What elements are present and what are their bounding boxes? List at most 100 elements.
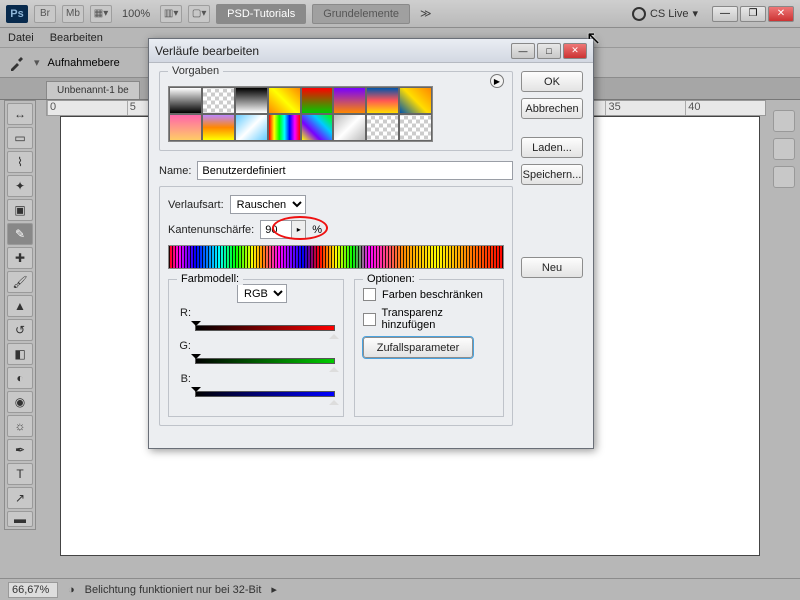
preset-swatch[interactable] xyxy=(301,87,334,114)
gradient-editor-dialog: Verläufe bearbeiten — □ ✕ Vorgaben ▶ xyxy=(148,38,594,449)
preset-swatch[interactable] xyxy=(399,87,432,114)
zoom-field[interactable]: 66,67% xyxy=(8,582,58,598)
preset-swatch[interactable] xyxy=(366,87,399,114)
view-extras-button[interactable]: ▦▾ xyxy=(90,5,112,23)
workspace-tab-basics[interactable]: Grundelemente xyxy=(312,4,410,24)
type-select[interactable]: Rauschen xyxy=(230,195,306,214)
move-tool[interactable]: ↔ xyxy=(7,103,33,125)
preset-swatch[interactable] xyxy=(268,87,301,114)
status-bar: 66,67% ◑ Belichtung funktioniert nur bei… xyxy=(0,578,800,600)
history-brush-tool[interactable]: ↺ xyxy=(7,319,33,341)
marquee-tool[interactable]: ▭ xyxy=(7,127,33,149)
gradient-type-group: Verlaufsart: Rauschen Kantenunschärfe: ▸… xyxy=(159,186,513,426)
channel-r-label: R: xyxy=(177,307,191,319)
doc-info-text: Belichtung funktioniert nur bei 32-Bit xyxy=(85,584,262,596)
preset-swatch[interactable] xyxy=(235,87,268,114)
doc-info-chevron[interactable]: ▸ xyxy=(271,583,277,596)
cslive-menu[interactable]: CS Live▾ xyxy=(632,7,698,21)
pen-tool[interactable]: ✒ xyxy=(7,439,33,461)
lasso-tool[interactable]: ⌇ xyxy=(7,151,33,173)
colormodel-group: Farbmodell: RGB R: G: B: xyxy=(168,279,344,417)
preset-swatch[interactable] xyxy=(399,114,432,141)
presets-group: Vorgaben ▶ xyxy=(159,71,513,151)
window-restore-button[interactable]: ❐ xyxy=(740,6,766,22)
zoom-level[interactable]: 100% xyxy=(118,8,154,20)
new-button[interactable]: Neu xyxy=(521,257,583,278)
colormodel-select[interactable]: RGB xyxy=(237,284,287,303)
app-topbar: Ps Br Mb ▦▾ 100% ▥▾ ▢▾ PSD-Tutorials Gru… xyxy=(0,0,800,28)
dodge-tool[interactable]: ☼ xyxy=(7,415,33,437)
path-tool[interactable]: ↗ xyxy=(7,487,33,509)
dialog-maximize-button[interactable]: □ xyxy=(537,43,561,59)
add-transparency-checkbox[interactable]: Transparenz hinzufügen xyxy=(363,307,495,331)
restrict-colors-checkbox[interactable]: Farben beschränken xyxy=(363,288,495,301)
arrange-button[interactable]: ▥▾ xyxy=(160,5,182,23)
stamp-tool[interactable]: ▲ xyxy=(7,295,33,317)
type-tool[interactable]: T xyxy=(7,463,33,485)
channel-g-label: G: xyxy=(177,340,191,352)
sample-size-label: Aufnahmebere xyxy=(48,57,120,69)
panel-swatches-icon[interactable] xyxy=(773,110,795,132)
colormodel-label: Farbmodell: xyxy=(177,273,243,285)
presets-menu-icon[interactable]: ▶ xyxy=(490,74,504,88)
eraser-tool[interactable]: ◧ xyxy=(7,343,33,365)
name-row: Name: xyxy=(159,161,513,180)
window-minimize-button[interactable]: — xyxy=(712,6,738,22)
preset-swatch[interactable] xyxy=(301,114,334,141)
channel-b-slider[interactable] xyxy=(195,387,335,399)
preset-swatch[interactable] xyxy=(169,87,202,114)
channel-r-slider[interactable] xyxy=(195,321,335,333)
menu-edit[interactable]: Bearbeiten xyxy=(50,32,103,44)
workspace-tab-tutorials[interactable]: PSD-Tutorials xyxy=(216,4,306,24)
preset-swatch[interactable] xyxy=(202,87,235,114)
chevron-down-icon: ▾ xyxy=(692,7,698,20)
roughness-stepper[interactable]: ▸ xyxy=(292,220,306,239)
document-tab[interactable]: Unbenannt-1 be xyxy=(46,81,140,99)
presets-label: Vorgaben xyxy=(168,65,223,77)
doc-info-icon[interactable]: ◑ xyxy=(68,584,75,596)
preset-swatch[interactable] xyxy=(333,87,366,114)
preset-swatch[interactable] xyxy=(366,114,399,141)
roughness-input[interactable] xyxy=(260,220,292,239)
workspace-more[interactable]: ≫ xyxy=(416,7,436,20)
crop-tool[interactable]: ▣ xyxy=(7,199,33,221)
shape-tool[interactable]: ▬ xyxy=(7,511,33,527)
channel-b-label: B: xyxy=(177,373,191,385)
brush-tool[interactable]: 🖌 xyxy=(7,271,33,293)
screenmode-button[interactable]: ▢▾ xyxy=(188,5,210,23)
eyedropper-icon xyxy=(8,54,26,72)
eyedropper-tool[interactable]: ✎ xyxy=(7,223,33,245)
dialog-titlebar[interactable]: Verläufe bearbeiten — □ ✕ xyxy=(149,39,593,63)
name-input[interactable] xyxy=(197,161,513,180)
blur-tool[interactable]: ◉ xyxy=(7,391,33,413)
window-close-button[interactable]: ✕ xyxy=(768,6,794,22)
dialog-close-button[interactable]: ✕ xyxy=(563,43,587,59)
cancel-button[interactable]: Abbrechen xyxy=(521,98,583,119)
load-button[interactable]: Laden... xyxy=(521,137,583,158)
name-label: Name: xyxy=(159,165,191,177)
preset-swatch[interactable] xyxy=(169,114,202,141)
bridge-button[interactable]: Br xyxy=(34,5,56,23)
noise-gradient-preview xyxy=(168,245,504,269)
dialog-title: Verläufe bearbeiten xyxy=(155,44,509,58)
gradient-tool[interactable]: ◐ xyxy=(7,367,33,389)
minibridge-button[interactable]: Mb xyxy=(62,5,84,23)
panel-styles-icon[interactable] xyxy=(773,138,795,160)
preset-swatch[interactable] xyxy=(235,114,268,141)
menu-file[interactable]: Datei xyxy=(8,32,34,44)
cslive-icon xyxy=(632,7,646,21)
channel-g-slider[interactable] xyxy=(195,354,335,366)
save-button[interactable]: Speichern... xyxy=(521,164,583,185)
dialog-minimize-button[interactable]: — xyxy=(511,43,535,59)
heal-tool[interactable]: ✚ xyxy=(7,247,33,269)
preset-swatch[interactable] xyxy=(202,114,235,141)
app-logo: Ps xyxy=(6,5,28,23)
preset-swatch[interactable] xyxy=(333,114,366,141)
ok-button[interactable]: OK xyxy=(521,71,583,92)
options-label: Optionen: xyxy=(363,273,419,285)
panel-layers-icon[interactable] xyxy=(773,166,795,188)
randomize-button[interactable]: Zufallsparameter xyxy=(363,337,473,358)
preset-swatch[interactable] xyxy=(268,114,301,141)
wand-tool[interactable]: ✦ xyxy=(7,175,33,197)
options-group: Optionen: Farben beschränken Transparenz… xyxy=(354,279,504,417)
